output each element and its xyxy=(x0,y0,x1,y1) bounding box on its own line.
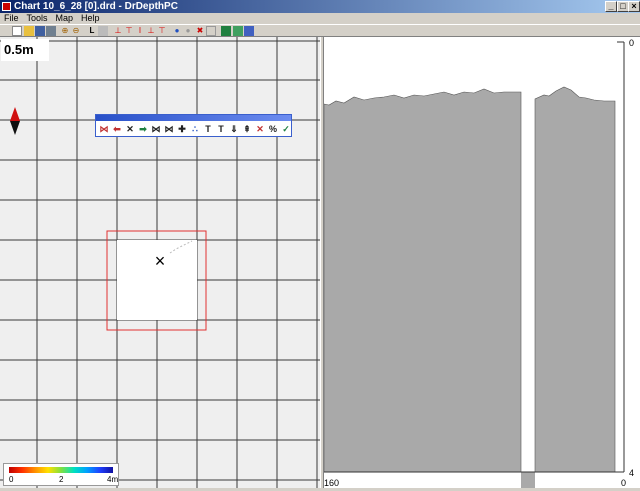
distance-label-left: 160 xyxy=(324,478,339,488)
menu-map[interactable]: Map xyxy=(56,13,74,23)
map-icon[interactable] xyxy=(221,26,231,36)
up-icon[interactable]: ⇓ xyxy=(228,123,240,135)
open-icon[interactable] xyxy=(24,26,34,36)
waypoint-icon[interactable]: ● xyxy=(183,26,193,36)
percent-icon[interactable]: % xyxy=(267,123,279,135)
depth-marker-icon[interactable]: ⊤ xyxy=(157,26,167,36)
cursor-marker: × xyxy=(155,251,166,271)
target-icon[interactable]: ✖ xyxy=(195,26,205,36)
minimize-button[interactable]: _ xyxy=(605,1,617,12)
scale-label: 0.5m xyxy=(1,39,49,61)
depth-color-scale xyxy=(9,467,113,473)
save-icon[interactable] xyxy=(35,26,45,36)
title-bar: Chart 10_6_28 [0].drd - DrDepthPC _ □ × xyxy=(0,0,640,13)
export-map-icon[interactable] xyxy=(233,26,243,36)
legend-tick: 4m xyxy=(107,475,119,484)
distance-label-right: 0 xyxy=(621,478,626,488)
zoom-out-icon[interactable]: ⊖ xyxy=(71,26,81,36)
zoom-in-icon[interactable]: ⊕ xyxy=(60,26,70,36)
surveyed-cell xyxy=(117,280,157,320)
cut-icon[interactable]: ⋈ xyxy=(150,123,162,135)
depth-profile-view[interactable]: 0 4 160 0 xyxy=(323,37,640,488)
surveyed-cell xyxy=(157,280,197,320)
print-icon[interactable] xyxy=(244,26,254,36)
delete-x-icon[interactable]: ✕ xyxy=(124,123,136,135)
mark-icon[interactable]: ⇞ xyxy=(241,123,253,135)
depth-marker-icon[interactable]: ⊤ xyxy=(124,26,134,36)
map-grid: × xyxy=(0,37,320,488)
floating-toolbar-buttons: ⋈ ⬅ ✕ ➡ ⋈ ⋈ ✚ ∴ T T ⇓ ⇞ ✕% ✓ xyxy=(98,123,290,135)
depth-marker-icon[interactable]: I xyxy=(135,26,145,36)
profile-top-margin xyxy=(324,37,640,42)
line-tool-icon[interactable]: L xyxy=(87,26,97,36)
axis-label-top: 0 xyxy=(629,38,634,48)
menu-file[interactable]: File xyxy=(4,13,19,23)
menu-tools[interactable]: Tools xyxy=(27,13,48,23)
depth-legend: 0 2 4m xyxy=(3,463,119,486)
export-icon[interactable] xyxy=(46,26,56,36)
cancel-icon[interactable]: ✕ xyxy=(254,123,266,135)
surveyed-cell xyxy=(117,240,157,280)
app-icon xyxy=(2,2,11,11)
profile-segment-left xyxy=(323,88,522,473)
profile-segment-right xyxy=(534,86,616,473)
area-tool-icon[interactable] xyxy=(98,26,108,36)
legend-tick: 2 xyxy=(59,475,64,484)
menu-help[interactable]: Help xyxy=(81,13,100,23)
depth-marker-icon[interactable]: ⊥ xyxy=(146,26,156,36)
boat-icon[interactable]: ● xyxy=(172,26,182,36)
profile-gap-marker xyxy=(521,472,535,488)
new-icon[interactable] xyxy=(12,26,22,36)
text-icon[interactable]: T xyxy=(202,123,214,135)
forward-arrow-icon[interactable]: ➡ xyxy=(137,123,149,135)
depth-marker-icon[interactable]: ⊥ xyxy=(113,26,123,36)
window-title: Chart 10_6_28 [0].drd - DrDepthPC xyxy=(14,1,178,12)
depth-t-icon[interactable]: T xyxy=(215,123,227,135)
grid-icon[interactable] xyxy=(206,26,216,36)
split-icon[interactable]: ⋈ xyxy=(163,123,175,135)
menu-bar: File Tools Map Help xyxy=(0,13,640,24)
close-button[interactable]: × xyxy=(628,1,640,12)
add-point-icon[interactable]: ✚ xyxy=(176,123,188,135)
cut-start-icon[interactable]: ⋈ xyxy=(98,123,110,135)
back-arrow-icon[interactable]: ⬅ xyxy=(111,123,123,135)
main-toolbar: ⊕ ⊖ L ⊥ ⊤ I ⊥ ⊤ ● ● ✖ xyxy=(0,24,640,37)
legend-tick: 0 xyxy=(9,475,14,484)
dots-icon[interactable]: ∴ xyxy=(189,123,201,135)
depth-profile-chart: 04160 0 xyxy=(323,37,640,488)
compass-icon xyxy=(10,107,20,135)
map-view[interactable]: × 0.5m ⋈ ⬅ ✕ ➡ ⋈ ⋈ ✚ ∴ T T ⇓ ⇞ ✕% ✓ 0 2 4m xyxy=(0,37,320,488)
edit-floating-toolbar[interactable]: ⋈ ⬅ ✕ ➡ ⋈ ⋈ ✚ ∴ T T ⇓ ⇞ ✕% ✓ xyxy=(95,114,292,137)
check-icon[interactable]: ✓ xyxy=(280,123,292,135)
floating-toolbar-title[interactable] xyxy=(96,115,291,121)
axis-label-bottom: 4 xyxy=(629,468,634,478)
